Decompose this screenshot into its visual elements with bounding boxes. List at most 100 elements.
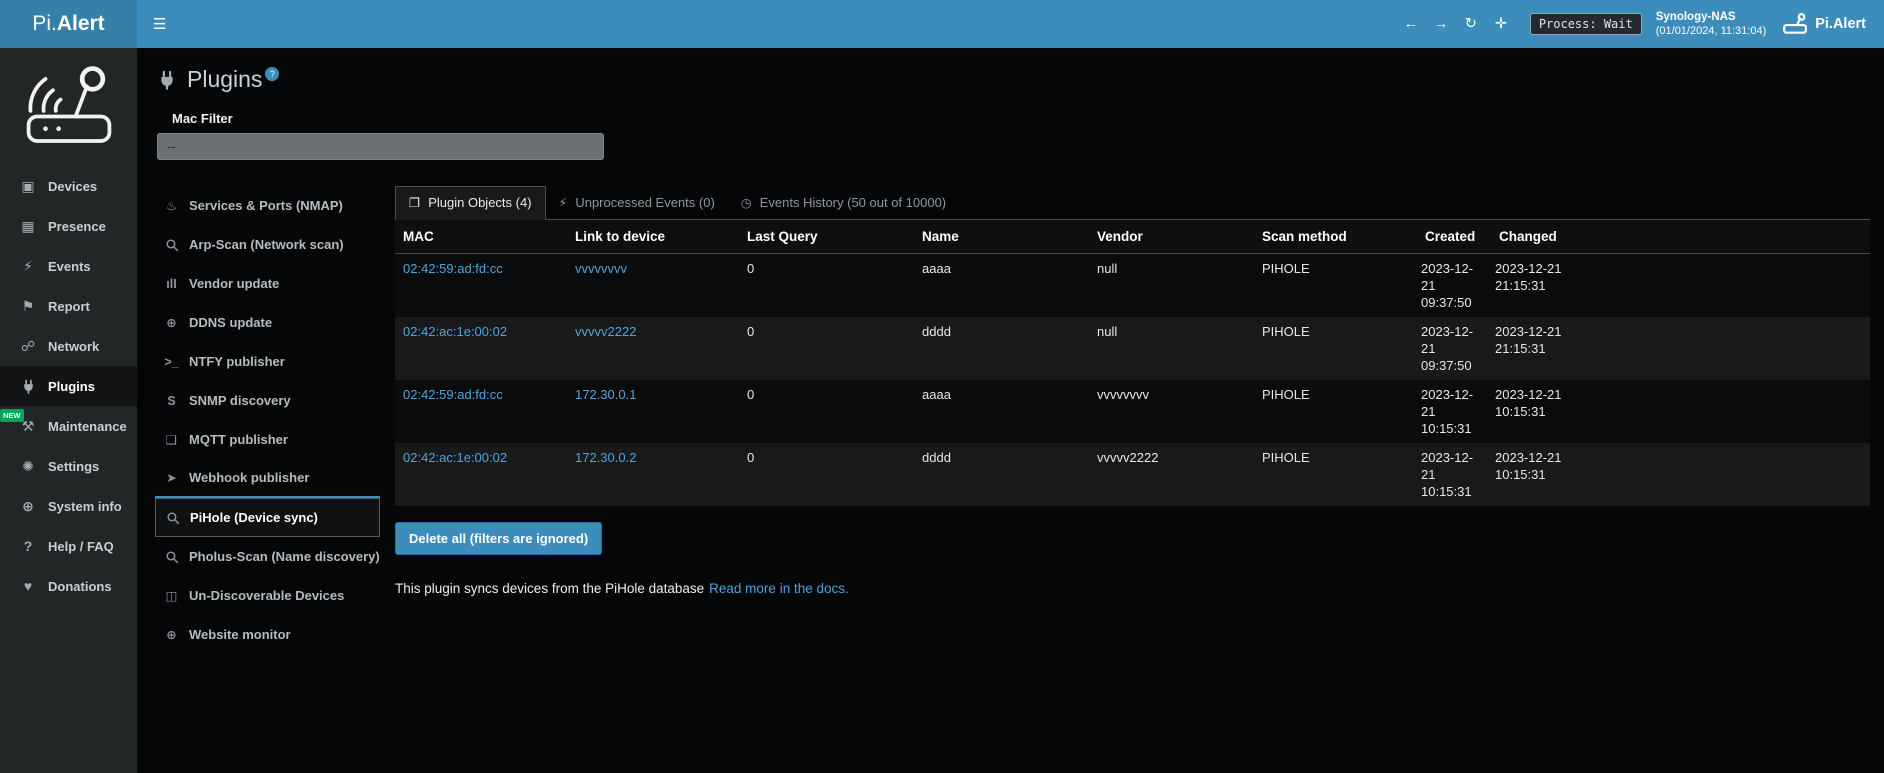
plugin-item-pihole-device-sync[interactable]: PiHole (Device sync) (155, 498, 380, 537)
column-header-last-query[interactable]: Last Query (739, 220, 914, 254)
plugin-item-webhook-publisher[interactable]: ➤ Webhook publisher (155, 459, 380, 498)
services-ports-icon: ♨ (163, 198, 180, 213)
scan-method-cell: PIHOLE (1254, 380, 1417, 443)
plugin-item-mqtt-publisher[interactable]: ❏ MQTT publisher (155, 420, 380, 459)
mac-cell: 02:42:59:ad:fd:cc (395, 254, 567, 318)
navbar: ☰ ← → ↻ ✛ Process: Wait Synology-NAS (01… (137, 0, 1884, 48)
plugin-item-website-monitor[interactable]: ⊕ Website monitor (155, 615, 380, 654)
sidebar-item-label: Donations (48, 579, 112, 594)
page-header: Plugins ? (137, 48, 1884, 95)
plugin-item-snmp-discovery[interactable]: S SNMP discovery (155, 381, 380, 420)
sidebar-item-system-info[interactable]: ⊕ System info (0, 486, 137, 526)
sidebar-item-help-faq[interactable]: ? Help / FAQ (0, 526, 137, 566)
sidebar-item-network[interactable]: ☍ Network (0, 326, 137, 366)
plugin-item-label: SNMP discovery (189, 393, 291, 408)
plugin-item-label: NTFY publisher (189, 354, 285, 369)
sidebar-item-donations[interactable]: ♥ Donations (0, 566, 137, 606)
nav-refresh-icon[interactable]: ↻ (1456, 16, 1486, 32)
plugin-item-vendor-update[interactable]: ılI Vendor update (155, 264, 380, 303)
created-cell: 2023-12-21 10:15:31 (1417, 380, 1491, 443)
sidebar-item-devices[interactable]: ▣ Devices (0, 166, 137, 206)
plugin-item-ntfy-publisher[interactable]: >_ NTFY publisher (155, 342, 380, 381)
sidebar-toggle-icon[interactable]: ☰ (137, 15, 182, 33)
column-header-created[interactable]: Created (1417, 220, 1491, 254)
last-query-cell: 0 (739, 443, 914, 506)
last-query-cell: 0 (739, 254, 914, 318)
sidebar-item-label: Plugins (48, 379, 95, 394)
device-link[interactable]: vvvvvvvv (575, 261, 627, 276)
question-icon: ? (18, 538, 38, 554)
docs-link[interactable]: Read more in the docs. (709, 581, 849, 596)
search-icon (163, 238, 180, 252)
plugin-item-un-discoverable-devices[interactable]: ◫ Un-Discoverable Devices (155, 576, 380, 615)
device-link[interactable]: vvvvv2222 (575, 324, 636, 339)
mac-filter-input[interactable] (157, 133, 604, 160)
changed-cell: 2023-12-21 21:15:31 (1491, 317, 1575, 380)
table-row: 02:42:59:ad:fd:cc vvvvvvvv 0 aaaa null P… (395, 254, 1870, 318)
column-header-mac[interactable]: MAC (395, 220, 567, 254)
plugin-description: This plugin syncs devices from the PiHol… (395, 581, 1870, 596)
mac-link[interactable]: 02:42:59:ad:fd:cc (403, 261, 503, 276)
devices-icon: ▣ (18, 178, 38, 195)
tab-plugin-objects[interactable]: ❐ Plugin Objects (4) (395, 186, 546, 220)
mac-link[interactable]: 02:42:ac:1e:00:02 (403, 450, 507, 465)
nav-back-icon[interactable]: ← (1396, 16, 1426, 32)
tab-label: Unprocessed Events (0) (575, 195, 714, 210)
link-to-device-cell: 172.30.0.2 (567, 443, 739, 506)
delete-all-button[interactable]: Delete all (filters are ignored) (395, 522, 602, 555)
tab-unprocessed-events[interactable]: ⚡ Unprocessed Events (0) (546, 186, 728, 220)
sidebar-item-presence[interactable]: ▦ Presence (0, 206, 137, 246)
table-header-row: MAC Link to device Last Query Name Vendo… (395, 220, 1870, 254)
nav-forward-icon[interactable]: → (1426, 16, 1456, 32)
last-query-cell: 0 (739, 317, 914, 380)
brand-logo[interactable]: Pi.Alert (0, 0, 137, 48)
pialert-device-icon (1782, 13, 1808, 35)
main-content: Plugins ? Mac Filter ♨ Services & Ports … (137, 48, 1884, 773)
sidebar-item-label: Presence (48, 219, 106, 234)
sidebar-item-plugins[interactable]: Plugins (0, 366, 137, 406)
mac-cell: 02:42:ac:1e:00:02 (395, 443, 567, 506)
plug-icon (157, 70, 177, 95)
plugin-item-label: Pholus-Scan (Name discovery) (189, 549, 380, 564)
device-link[interactable]: 172.30.0.1 (575, 387, 636, 402)
sidebar-item-events[interactable]: ⚡ Events (0, 246, 137, 286)
sidebar-item-settings[interactable]: ✺ Settings (0, 446, 137, 486)
spacer-cell (1575, 254, 1870, 318)
column-header-scan-method[interactable]: Scan method (1254, 220, 1417, 254)
binoculars-icon: ◫ (163, 588, 180, 603)
sidebar-item-label: Maintenance (48, 419, 127, 434)
plugins-help-badge-icon[interactable]: ? (265, 67, 279, 81)
sidebar-item-report[interactable]: ⚑ Report (0, 286, 137, 326)
sidebar-item-label: Settings (48, 459, 99, 474)
plugin-item-label: Webhook publisher (189, 470, 309, 485)
created-cell: 2023-12-21 09:37:50 (1417, 254, 1491, 318)
column-header-name[interactable]: Name (914, 220, 1089, 254)
plugin-item-pholus-scan[interactable]: Pholus-Scan (Name discovery) (155, 537, 380, 576)
plugin-objects-icon: ❐ (409, 195, 420, 210)
terminal-icon: >_ (163, 355, 180, 369)
plugin-item-ddns-update[interactable]: ⊕ DDNS update (155, 303, 380, 342)
sidebar-item-label: Report (48, 299, 90, 314)
name-cell: aaaa (914, 380, 1089, 443)
network-icon: ☍ (18, 338, 38, 355)
column-header-changed[interactable]: Changed (1491, 220, 1575, 254)
plugin-item-label: Vendor update (189, 276, 279, 291)
mac-link[interactable]: 02:42:ac:1e:00:02 (403, 324, 507, 339)
navbar-right-cluster: ← → ↻ ✛ Process: Wait Synology-NAS (01/0… (1396, 10, 1884, 38)
column-header-link-to-device[interactable]: Link to device (567, 220, 739, 254)
plugin-item-services-ports-nmap[interactable]: ♨ Services & Ports (NMAP) (155, 186, 380, 225)
spacer-cell (1575, 317, 1870, 380)
paper-plane-icon: ➤ (163, 470, 180, 485)
nav-move-icon[interactable]: ✛ (1486, 16, 1516, 32)
plugin-item-arp-scan[interactable]: Arp-Scan (Network scan) (155, 225, 380, 264)
device-link[interactable]: 172.30.0.2 (575, 450, 636, 465)
tab-events-history[interactable]: ◷ Events History (50 out of 10000) (728, 186, 959, 220)
mac-link[interactable]: 02:42:59:ad:fd:cc (403, 387, 503, 402)
column-header-vendor[interactable]: Vendor (1089, 220, 1254, 254)
sidebar-item-maintenance[interactable]: NEW ⚒ Maintenance (0, 406, 137, 446)
created-cell: 2023-12-21 09:37:50 (1417, 317, 1491, 380)
link-to-device-cell: vvvvvvvv (567, 254, 739, 318)
sidebar-item-label: Network (48, 339, 99, 354)
plugin-objects-table: MAC Link to device Last Query Name Vendo… (395, 220, 1870, 506)
heart-icon: ♥ (18, 578, 38, 594)
